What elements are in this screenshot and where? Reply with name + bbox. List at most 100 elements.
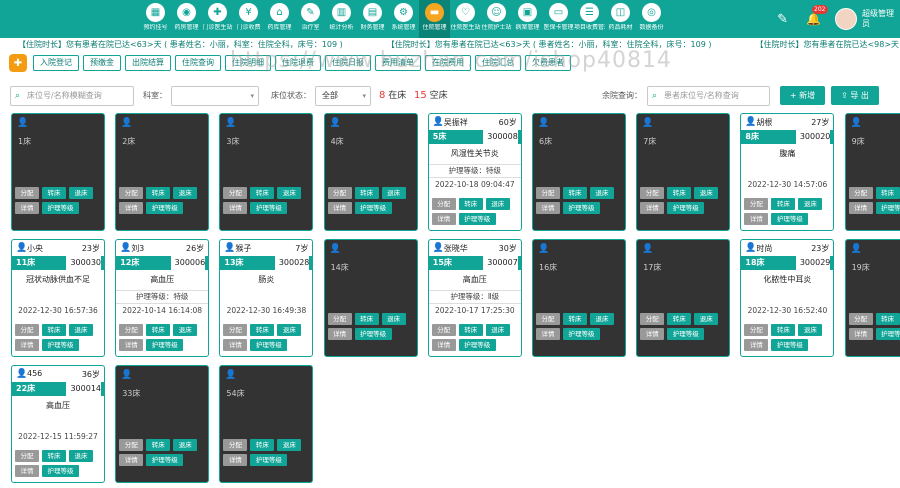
assign-button[interactable]: 分配 bbox=[848, 187, 873, 199]
transfer-button[interactable]: 转床 bbox=[146, 187, 171, 199]
assign-button[interactable]: 分配 bbox=[119, 187, 144, 199]
assign-button[interactable]: 分配 bbox=[327, 313, 352, 325]
return-button[interactable]: 退床 bbox=[173, 439, 198, 451]
nursing-level-button[interactable]: 护理等级 bbox=[354, 202, 392, 214]
nursing-level-button[interactable]: 护理等级 bbox=[42, 202, 79, 214]
detail-button[interactable]: 详情 bbox=[119, 339, 144, 351]
empty-bed-card[interactable]: 👤 9床分配转床退床详情护理等级 bbox=[844, 113, 900, 231]
nursing-level-button[interactable]: 护理等级 bbox=[354, 328, 392, 340]
empty-bed-card[interactable]: 👤 6床 分配 转床 退床 详情 护理等级 bbox=[532, 113, 626, 231]
return-button[interactable]: 退床 bbox=[485, 324, 510, 336]
assign-button[interactable]: 分配 bbox=[848, 313, 873, 325]
toolbar-button[interactable]: 住院明细 bbox=[225, 55, 271, 71]
return-button[interactable]: 退床 bbox=[69, 450, 93, 462]
toolbar-button[interactable]: 入院登记 bbox=[33, 55, 79, 71]
occupied-bed-card[interactable]: 👤 刘3 26岁 12床 300006 高血压 护理等级：特级 2022-10-14 16:1… bbox=[115, 239, 210, 357]
occupied-bed-card[interactable]: 👤 吴振祥 60岁 5床 300008 风湿性关节炎 护理等级：特级 2022-10-18 0… bbox=[427, 113, 522, 231]
nav-item[interactable]: ◫ 药品耗材 bbox=[605, 0, 636, 38]
return-button[interactable]: 退床 bbox=[69, 187, 93, 199]
return-button[interactable]: 退床 bbox=[590, 313, 614, 325]
occupied-bed-card[interactable]: 👤 胡根 27岁 8床 300020 腹痛 2022-12-30 14:57:06 分配 转床退… bbox=[740, 113, 835, 231]
add-button[interactable]: + 新增 bbox=[780, 86, 825, 105]
detail-button[interactable]: 详情 bbox=[223, 454, 248, 466]
nursing-level-button[interactable]: 护理等级 bbox=[875, 202, 900, 214]
assign-button[interactable]: 分配 bbox=[15, 450, 39, 462]
empty-bed-card[interactable]: 👤 3床 分配 转床 退床 详情 护理等级 bbox=[219, 113, 314, 231]
nursing-level-button[interactable]: 护理等级 bbox=[771, 339, 809, 351]
transfer-button[interactable]: 转床 bbox=[354, 313, 379, 325]
toolbar-button[interactable]: 预缴金 bbox=[83, 55, 121, 71]
pencil-icon[interactable]: ✎ bbox=[777, 12, 788, 27]
transfer-button[interactable]: 转床 bbox=[771, 324, 796, 336]
assign-button[interactable]: 分配 bbox=[744, 324, 769, 336]
nav-item[interactable]: ¥ 门诊收费 bbox=[233, 0, 264, 38]
nav-item[interactable]: ◉ 药房管理 bbox=[171, 0, 202, 38]
nav-item[interactable]: ▣ 病案管理 bbox=[512, 0, 543, 38]
return-button[interactable]: 退床 bbox=[277, 439, 302, 451]
detail-button[interactable]: 详情 bbox=[15, 202, 39, 214]
nav-item[interactable]: ♡ 住院医生站 bbox=[450, 0, 481, 38]
nav-item[interactable]: ▤ 财务管理 bbox=[357, 0, 388, 38]
return-button[interactable]: 退床 bbox=[798, 198, 823, 210]
nursing-level-button[interactable]: 护理等级 bbox=[458, 213, 496, 225]
nursing-level-button[interactable]: 护理等级 bbox=[667, 328, 705, 340]
nursing-level-button[interactable]: 护理等级 bbox=[250, 339, 288, 351]
toolbar-button[interactable]: 住院汇总 bbox=[475, 55, 521, 71]
transfer-button[interactable]: 转床 bbox=[42, 187, 66, 199]
nursing-level-button[interactable]: 护理等级 bbox=[667, 202, 705, 214]
nav-item[interactable]: ☰ 项目收费管理 bbox=[574, 0, 605, 38]
toolbar-button[interactable]: 在院费用 bbox=[425, 55, 471, 71]
transfer-button[interactable]: 转床 bbox=[146, 324, 171, 336]
transfer-button[interactable]: 转床 bbox=[667, 187, 692, 199]
detail-button[interactable]: 详情 bbox=[223, 339, 248, 351]
return-button[interactable]: 退床 bbox=[277, 324, 302, 336]
occupied-bed-card[interactable]: 👤 456 36岁 22床 300014 高血压 2022-12-15 11:59:27 分配… bbox=[11, 365, 105, 483]
nursing-level-button[interactable]: 护理等级 bbox=[250, 454, 288, 466]
transfer-button[interactable]: 转床 bbox=[250, 324, 275, 336]
return-button[interactable]: 退床 bbox=[173, 187, 198, 199]
assign-button[interactable]: 分配 bbox=[223, 187, 248, 199]
return-button[interactable]: 退床 bbox=[798, 324, 823, 336]
nav-item[interactable]: ✎ 治疗室 bbox=[295, 0, 326, 38]
transfer-button[interactable]: 转床 bbox=[563, 187, 587, 199]
detail-button[interactable]: 详情 bbox=[640, 202, 665, 214]
detail-button[interactable]: 详情 bbox=[536, 328, 560, 340]
toolbar-button[interactable]: 住院日报 bbox=[325, 55, 371, 71]
assign-button[interactable]: 分配 bbox=[15, 187, 39, 199]
detail-button[interactable]: 详情 bbox=[536, 202, 560, 214]
transfer-button[interactable]: 转床 bbox=[250, 439, 275, 451]
detail-button[interactable]: 详情 bbox=[431, 339, 456, 351]
assign-button[interactable]: 分配 bbox=[640, 187, 665, 199]
nursing-level-button[interactable]: 护理等级 bbox=[146, 339, 184, 351]
nursing-level-button[interactable]: 护理等级 bbox=[771, 213, 809, 225]
nav-item[interactable]: ⚙ 系统管理 bbox=[388, 0, 419, 38]
assign-button[interactable]: 分配 bbox=[119, 324, 144, 336]
occupied-bed-card[interactable]: 👤 猴子 7岁 13床 300028 肠炎 2022-12-30 16:49:38 分配 转床退… bbox=[219, 239, 314, 357]
return-button[interactable]: 退床 bbox=[69, 324, 93, 336]
transfer-button[interactable]: 转床 bbox=[458, 324, 483, 336]
transfer-button[interactable]: 转床 bbox=[250, 187, 275, 199]
nursing-level-button[interactable]: 护理等级 bbox=[563, 328, 600, 340]
toolbar-button[interactable]: 欠费患者 bbox=[525, 55, 571, 71]
assign-button[interactable]: 分配 bbox=[223, 324, 248, 336]
status-select[interactable]: 全部 ▾ bbox=[315, 86, 371, 106]
export-button[interactable]: ⇪ 导 出 bbox=[831, 86, 879, 105]
detail-button[interactable]: 详情 bbox=[848, 328, 873, 340]
nav-item[interactable]: ✚ 门诊医生站 bbox=[202, 0, 233, 38]
nursing-level-button[interactable]: 护理等级 bbox=[42, 465, 79, 477]
transfer-button[interactable]: 转床 bbox=[771, 198, 796, 210]
detail-button[interactable]: 详情 bbox=[640, 328, 665, 340]
empty-bed-card[interactable]: 👤 1床 分配 转床 退床 详情 护理等级 bbox=[11, 113, 105, 231]
toolbar-button[interactable]: 出院结算 bbox=[125, 55, 171, 71]
assign-button[interactable]: 分配 bbox=[15, 324, 39, 336]
nursing-level-button[interactable]: 护理等级 bbox=[458, 339, 496, 351]
assign-button[interactable]: 分配 bbox=[744, 198, 769, 210]
nursing-level-button[interactable]: 护理等级 bbox=[146, 202, 184, 214]
nav-item[interactable]: ◎ 数据备份 bbox=[636, 0, 667, 38]
detail-button[interactable]: 详情 bbox=[223, 202, 248, 214]
transfer-button[interactable]: 转床 bbox=[146, 439, 171, 451]
transfer-button[interactable]: 转床 bbox=[354, 187, 379, 199]
assign-button[interactable]: 分配 bbox=[536, 187, 560, 199]
toolbar-button[interactable]: 费用清单 bbox=[375, 55, 421, 71]
toolbar-button[interactable]: 住院查询 bbox=[175, 55, 221, 71]
